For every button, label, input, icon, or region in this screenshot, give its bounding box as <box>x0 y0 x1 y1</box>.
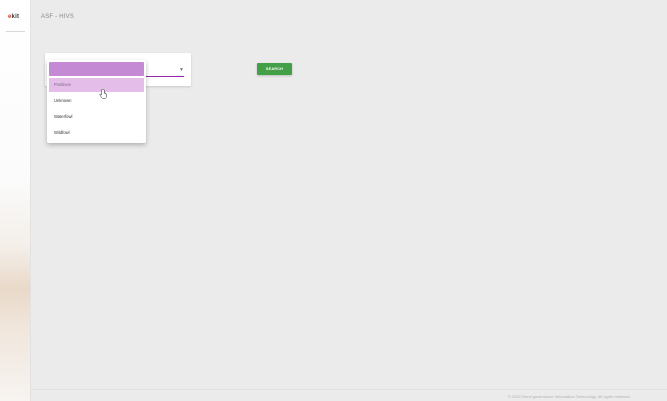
dropdown-arrow-icon[interactable]: ▼ <box>179 67 184 73</box>
sidebar-divider <box>6 31 25 32</box>
sidebar: ekit <box>0 0 31 401</box>
dropdown-option-wildfowl[interactable]: Wildfowl <box>49 126 144 140</box>
select-field[interactable] <box>49 62 144 76</box>
app-logo[interactable]: ekit <box>8 14 19 20</box>
dropdown-option-waterfowl[interactable]: Waterfowl <box>49 110 144 124</box>
page-title: ASF - HIVS <box>41 14 75 20</box>
dropdown-option-unknown[interactable]: Unknown <box>49 94 144 108</box>
footer-divider <box>31 389 667 390</box>
search-button[interactable]: SEARCH <box>257 63 292 75</box>
dropdown-option-positives[interactable]: Positives <box>49 78 144 92</box>
dropdown-menu: Positives Unknown Waterfowl Wildfowl <box>47 60 146 143</box>
hand-pointer-cursor-icon <box>99 86 107 99</box>
logo-text: kit <box>11 14 20 20</box>
footer-copyright: © 2020 Rural governance Information Tech… <box>508 394 631 399</box>
